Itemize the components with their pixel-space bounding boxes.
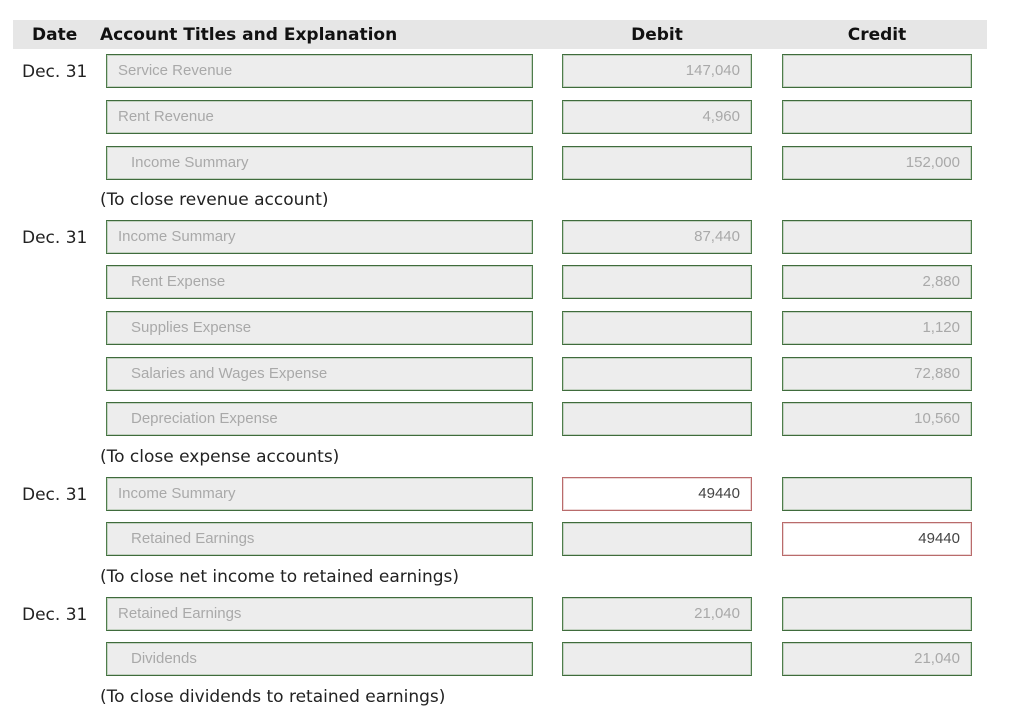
entry-date: Dec. 31 xyxy=(22,62,88,82)
account-field[interactable]: Depreciation Expense xyxy=(106,402,533,436)
debit-field[interactable] xyxy=(562,522,752,556)
entry-explanation: (To close net income to retained earning… xyxy=(100,567,459,587)
entry-date: Dec. 31 xyxy=(22,605,88,625)
account-field[interactable]: Income Summary xyxy=(106,477,533,511)
credit-field[interactable] xyxy=(782,477,972,511)
entry-date: Dec. 31 xyxy=(22,228,88,248)
debit-field[interactable] xyxy=(562,357,752,391)
credit-field[interactable] xyxy=(782,597,972,631)
journal-header: Date Account Titles and Explanation Debi… xyxy=(13,20,987,49)
credit-field[interactable]: 72,880 xyxy=(782,357,972,391)
account-field[interactable]: Salaries and Wages Expense xyxy=(106,357,533,391)
credit-field[interactable]: 21,040 xyxy=(782,642,972,676)
credit-field-error[interactable]: 49440 xyxy=(782,522,972,556)
entry-explanation: (To close revenue account) xyxy=(100,190,329,210)
credit-field[interactable]: 2,880 xyxy=(782,265,972,299)
credit-field[interactable]: 152,000 xyxy=(782,146,972,180)
debit-field[interactable] xyxy=(562,146,752,180)
debit-field[interactable] xyxy=(562,311,752,345)
credit-field[interactable] xyxy=(782,54,972,88)
debit-field[interactable]: 21,040 xyxy=(562,597,752,631)
account-field[interactable]: Service Revenue xyxy=(106,54,533,88)
debit-field[interactable]: 147,040 xyxy=(562,54,752,88)
account-field[interactable]: Dividends xyxy=(106,642,533,676)
account-field[interactable]: Income Summary xyxy=(106,220,533,254)
entry-explanation: (To close expense accounts) xyxy=(100,447,340,467)
debit-field[interactable] xyxy=(562,642,752,676)
debit-field[interactable] xyxy=(562,402,752,436)
debit-field[interactable] xyxy=(562,265,752,299)
credit-field[interactable]: 1,120 xyxy=(782,311,972,345)
account-field[interactable]: Rent Revenue xyxy=(106,100,533,134)
debit-field[interactable]: 4,960 xyxy=(562,100,752,134)
account-field[interactable]: Retained Earnings xyxy=(106,597,533,631)
account-field[interactable]: Supplies Expense xyxy=(106,311,533,345)
account-field[interactable]: Retained Earnings xyxy=(106,522,533,556)
debit-field-error[interactable]: 49440 xyxy=(562,477,752,511)
debit-field[interactable]: 87,440 xyxy=(562,220,752,254)
header-debit: Debit xyxy=(631,25,683,45)
entry-explanation: (To close dividends to retained earnings… xyxy=(100,687,446,707)
entry-date: Dec. 31 xyxy=(22,485,88,505)
credit-field[interactable] xyxy=(782,220,972,254)
header-credit: Credit xyxy=(847,25,907,45)
account-field[interactable]: Rent Expense xyxy=(106,265,533,299)
credit-field[interactable] xyxy=(782,100,972,134)
account-field[interactable]: Income Summary xyxy=(106,146,533,180)
credit-field[interactable]: 10,560 xyxy=(782,402,972,436)
header-date: Date xyxy=(32,25,78,45)
header-account: Account Titles and Explanation xyxy=(100,25,398,45)
